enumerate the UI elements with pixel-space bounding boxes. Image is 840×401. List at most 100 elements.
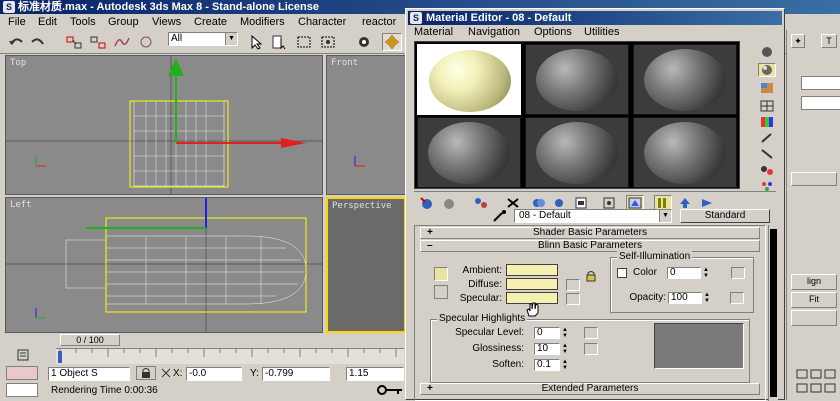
sample-slot-5[interactable] [525,117,629,188]
fit-button[interactable]: Fit [791,292,837,308]
maxscript-listener-pink[interactable] [6,366,38,380]
menu-modifiers[interactable]: Modifiers [240,15,285,29]
utilities-tab-icon[interactable]: T [821,34,837,48]
make-material-copy-icon[interactable] [530,195,548,210]
pick-material-from-object-icon[interactable] [490,209,510,223]
me-menu-options[interactable]: Options [534,25,572,39]
blinn-basic-parameters-rollout[interactable]: – Blinn Basic Parameters [420,240,760,252]
selection-filter-dropdown[interactable]: All ▼ [168,32,238,46]
viewport-top[interactable]: Top [5,55,323,195]
command-panel-button[interactable] [791,172,837,186]
redo-icon[interactable] [28,33,48,51]
bind-icon[interactable] [136,33,156,51]
maxscript-listener-white[interactable] [6,383,38,397]
command-panel-field-2[interactable] [801,96,840,110]
video-color-check-icon[interactable] [758,115,776,129]
spinner-icon[interactable]: ▲ ▼ [561,343,569,355]
get-material-icon[interactable] [418,195,436,210]
menu-group[interactable]: Group [108,15,139,29]
track-bar-ruler[interactable] [56,348,404,364]
transform-type-in-icon[interactable] [160,366,172,380]
rollout-scrollbar[interactable] [768,225,778,401]
me-menu-navigation[interactable]: Navigation [468,25,520,39]
sample-type-icon[interactable] [758,45,776,59]
ambient-color-swatch[interactable] [506,264,558,276]
sample-slot-1[interactable] [417,44,521,115]
go-to-parent-icon[interactable] [676,195,694,210]
diffuse-map-button[interactable] [566,279,580,291]
sample-slot-2[interactable] [525,44,629,115]
self-illum-map-button[interactable] [731,267,745,279]
sample-slot-3[interactable] [633,44,737,115]
lock-icon[interactable] [584,269,598,283]
make-preview-icon[interactable] [758,131,776,145]
lock-selection-icon[interactable] [136,366,156,380]
opacity-map-button[interactable] [730,292,744,304]
y-coordinate-field[interactable]: -0.799 [262,367,330,381]
select-manipulate-icon[interactable] [354,33,374,51]
material-editor-title-bar[interactable]: S Material Editor - 08 - Default [408,11,782,25]
select-by-material-icon[interactable] [758,163,776,177]
window-crossing-icon[interactable] [318,33,338,51]
create-tab-icon[interactable]: ✦ [791,34,805,48]
select-link-icon[interactable] [64,33,84,51]
specular-level-field[interactable]: 0 ▲ ▼ [534,327,568,339]
spinner-icon[interactable]: ▲ ▼ [703,292,711,304]
diffuse-color-swatch[interactable] [506,278,558,290]
color-checkbox[interactable] [617,268,627,278]
self-illum-value-field[interactable]: 0 ▲ ▼ [667,267,709,279]
specular-level-map-button[interactable] [584,327,598,339]
ambient-diffuse-lock-icon[interactable] [434,267,448,281]
select-object-icon[interactable] [246,33,266,51]
specular-map-button[interactable] [566,293,580,305]
make-unique-icon[interactable] [550,195,568,210]
menu-reactor[interactable]: reactor [362,15,396,29]
glossiness-field[interactable]: 10 ▲ ▼ [534,343,568,355]
put-to-library-icon[interactable] [572,195,590,210]
put-material-to-scene-icon[interactable] [440,195,458,210]
extended-parameters-rollout[interactable]: + Extended Parameters [420,383,760,395]
material-effects-channel-icon[interactable] [600,195,618,210]
menu-tools[interactable]: Tools [70,15,96,29]
z-coordinate-field[interactable]: 1.15 [346,367,404,381]
viewport-left[interactable]: Left [5,197,323,333]
select-by-name-icon[interactable] [270,33,290,51]
menu-edit[interactable]: Edit [38,15,57,29]
region-select-icon[interactable] [294,33,314,51]
time-slider[interactable]: 0 / 100 [60,334,120,346]
show-map-in-viewport-icon[interactable] [626,195,644,210]
undo-icon[interactable] [6,33,26,51]
background-icon[interactable] [758,81,776,95]
x-coordinate-field[interactable]: -0.0 [186,367,242,381]
sample-slot-4[interactable] [417,117,521,188]
unlink-icon[interactable] [88,33,108,51]
scrollbar-thumb[interactable] [770,229,777,397]
options-icon[interactable] [758,147,776,161]
go-forward-to-sibling-icon[interactable] [698,195,716,210]
assign-material-icon[interactable] [472,195,490,210]
menu-views[interactable]: Views [152,15,181,29]
opacity-field[interactable]: 100 ▲ ▼ [668,292,710,304]
glossiness-map-button[interactable] [584,343,598,355]
track-bar-icon[interactable] [4,348,54,364]
sample-slot-6[interactable] [633,117,737,188]
shader-basic-parameters-rollout[interactable]: + Shader Basic Parameters [420,227,760,239]
sample-uv-tiling-icon[interactable] [758,99,776,113]
me-menu-utilities[interactable]: Utilities [584,25,619,39]
me-menu-material[interactable]: Material [414,25,453,39]
show-end-result-icon[interactable] [654,195,672,210]
key-icon[interactable] [376,382,404,398]
command-panel-button-e[interactable] [791,310,837,326]
material-name-field[interactable]: 08 - Default ▼ [514,209,672,223]
menu-create[interactable]: Create [194,15,227,29]
viewport-front[interactable]: Front [326,55,406,195]
reset-map-icon[interactable] [504,195,522,210]
align-button[interactable]: lign [791,274,837,290]
backlight-icon[interactable] [758,63,776,77]
spinner-icon[interactable]: ▲ ▼ [702,267,710,279]
diffuse-specular-lock-icon[interactable] [434,285,448,299]
spinner-icon[interactable]: ▲ ▼ [561,327,569,339]
move-tool-icon[interactable] [382,33,402,51]
spinner-icon[interactable]: ▲ ▼ [561,359,569,371]
command-panel-field-1[interactable] [801,76,840,90]
